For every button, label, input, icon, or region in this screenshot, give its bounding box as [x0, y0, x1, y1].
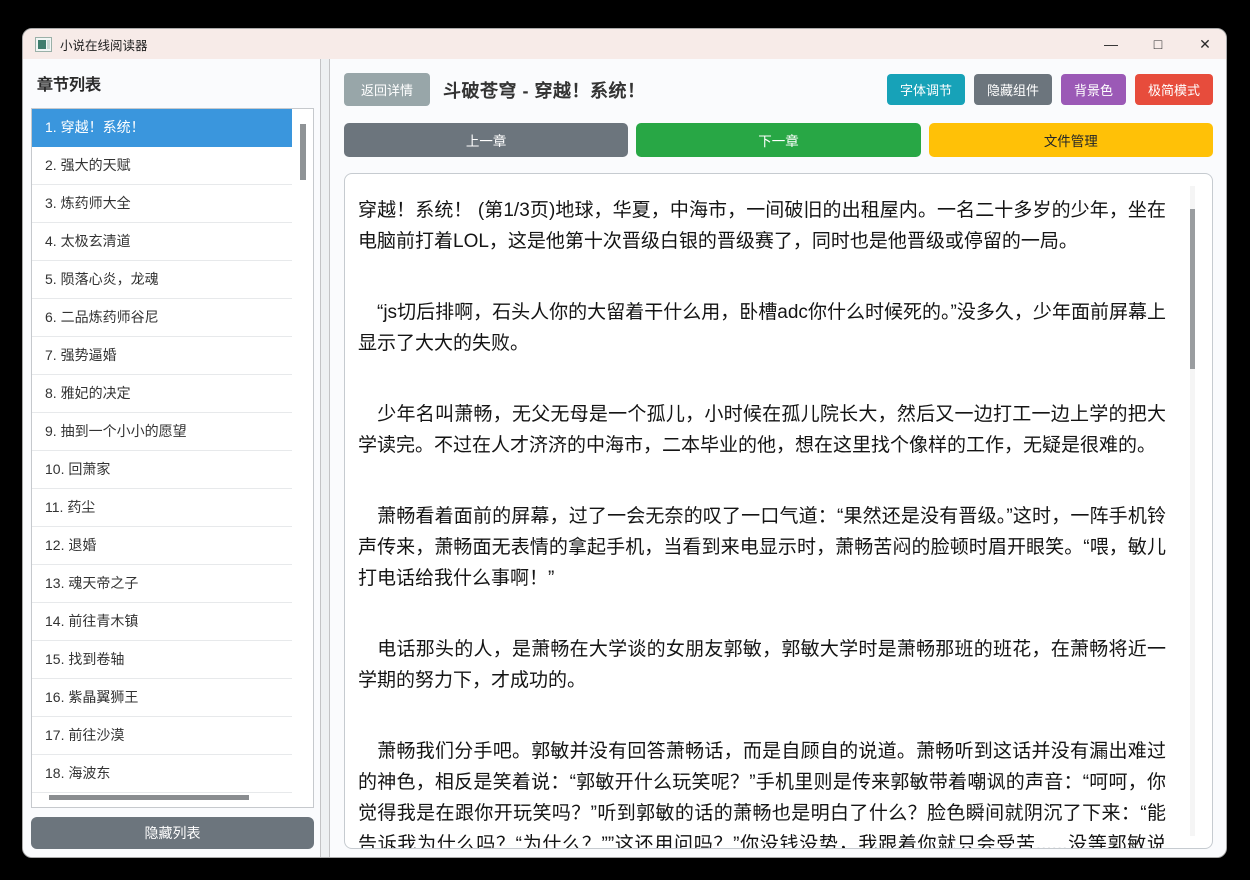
toolbar: 字体调节 隐藏组件 背景色 极简模式 [886, 74, 1213, 105]
chapter-item-5[interactable]: 5. 陨落心炎，龙魂 [32, 261, 292, 299]
paragraph-2: “js切后排啊，石头人你的大留着干什么用，卧槽adc你什么时候死的。”没多久，少… [358, 302, 1166, 354]
chapter-item-14[interactable]: 14. 前往青木镇 [32, 603, 292, 641]
chapter-item-7[interactable]: 7. 强势逼婚 [32, 337, 292, 375]
chapter-item-10[interactable]: 10. 回萧家 [32, 451, 292, 489]
back-to-details-button[interactable]: 返回详情 [344, 73, 430, 106]
paragraph-1: 穿越！系统！ (第1/3页)地球，华夏，中海市，一间破旧的出租屋内。一名二十多岁… [358, 200, 1166, 252]
window-controls: — □ ✕ [1104, 36, 1212, 53]
titlebar: 小说在线阅读器 — □ ✕ [23, 29, 1226, 59]
panel-divider [321, 59, 329, 857]
chapter-item-6[interactable]: 6. 二品炼药师谷尼 [32, 299, 292, 337]
reader-scrollbar-thumb[interactable] [1190, 209, 1195, 369]
window-title: 小说在线阅读器 [60, 38, 148, 53]
chapter-item-8[interactable]: 8. 雅妃的决定 [32, 375, 292, 413]
chapter-sidebar: 章节列表 1. 穿越！系统！ 2. 强大的天赋 3. 炼药师大全 4. 太极玄清… [23, 59, 321, 857]
paragraph-5: 电话那头的人，是萧畅在大学谈的女朋友郭敏，郭敏大学时是萧畅那班的班花，在萧畅将近… [358, 639, 1166, 691]
chapter-item-3[interactable]: 3. 炼药师大全 [32, 185, 292, 223]
chapter-item-15[interactable]: 15. 找到卷轴 [32, 641, 292, 679]
minimal-mode-button[interactable]: 极简模式 [1134, 74, 1213, 105]
font-adjust-button[interactable]: 字体调节 [886, 74, 965, 105]
chapter-item-16[interactable]: 16. 紫晶翼狮王 [32, 679, 292, 717]
next-chapter-button[interactable]: 下一章 [636, 123, 921, 157]
page-title: 斗破苍穹 - 穿越！系统！ [443, 80, 646, 101]
window-body: 章节列表 1. 穿越！系统！ 2. 强大的天赋 3. 炼药师大全 4. 太极玄清… [23, 59, 1226, 857]
file-manager-button[interactable]: 文件管理 [928, 123, 1213, 157]
background-color-button[interactable]: 背景色 [1060, 74, 1126, 105]
prev-chapter-button[interactable]: 上一章 [344, 123, 629, 157]
reader-panel: 返回详情 斗破苍穹 - 穿越！系统！ 字体调节 隐藏组件 背景色 极简模式 上一… [329, 59, 1226, 857]
chapter-item-17[interactable]: 17. 前往沙漠 [32, 717, 292, 755]
app-window: 小说在线阅读器 — □ ✕ 章节列表 1. 穿越！系统！ 2. 强大的天赋 3.… [22, 28, 1227, 858]
close-button[interactable]: ✕ [1198, 36, 1212, 53]
chapter-item-11[interactable]: 11. 药尘 [32, 489, 292, 527]
paragraph-6: 萧畅我们分手吧。郭敏并没有回答萧畅话，而是自顾自的说道。萧畅听到这话并没有漏出难… [358, 741, 1166, 849]
chapter-item-12[interactable]: 12. 退婚 [32, 527, 292, 565]
paragraph-3: 少年名叫萧畅，无父无母是一个孤儿，小时候在孤儿院长大，然后又一边打工一边上学的把… [358, 404, 1166, 456]
hide-list-button[interactable]: 隐藏列表 [31, 817, 314, 849]
chapter-list-horizontal-scrollbar[interactable] [49, 795, 249, 800]
reader-content: 穿越！系统！ (第1/3页)地球，华夏，中海市，一间破旧的出租屋内。一名二十多岁… [344, 173, 1213, 849]
hide-components-button[interactable]: 隐藏组件 [973, 74, 1052, 105]
reader-vertical-scrollbar[interactable] [1190, 186, 1195, 836]
app-icon-glyph [38, 39, 46, 49]
maximize-button[interactable]: □ [1151, 36, 1165, 52]
chapter-item-9[interactable]: 9. 抽到一个小小的愿望 [32, 413, 292, 451]
chapter-item-18[interactable]: 18. 海波东 [32, 755, 292, 793]
chapter-nav: 上一章 下一章 文件管理 [344, 123, 1213, 157]
desktop-background: 小说在线阅读器 — □ ✕ 章节列表 1. 穿越！系统！ 2. 强大的天赋 3.… [0, 0, 1250, 880]
app-icon [35, 36, 52, 52]
chapter-item-2[interactable]: 2. 强大的天赋 [32, 147, 292, 185]
minimize-button[interactable]: — [1104, 36, 1118, 52]
app-icon-glyph-2 [47, 39, 50, 49]
chapter-item-1[interactable]: 1. 穿越！系统！ [32, 109, 292, 147]
chapter-list-vertical-scrollbar[interactable] [300, 124, 306, 180]
chapter-list: 1. 穿越！系统！ 2. 强大的天赋 3. 炼药师大全 4. 太极玄清道 5. … [31, 108, 314, 808]
chapter-item-4[interactable]: 4. 太极玄清道 [32, 223, 292, 261]
reader-header: 返回详情 斗破苍穹 - 穿越！系统！ 字体调节 隐藏组件 背景色 极简模式 [344, 73, 1213, 106]
sidebar-heading: 章节列表 [37, 77, 102, 94]
paragraph-4: 萧畅看着面前的屏幕，过了一会无奈的叹了一口气道：“果然还是没有晋级。”这时，一阵… [358, 506, 1166, 589]
chapter-item-13[interactable]: 13. 魂天帝之子 [32, 565, 292, 603]
